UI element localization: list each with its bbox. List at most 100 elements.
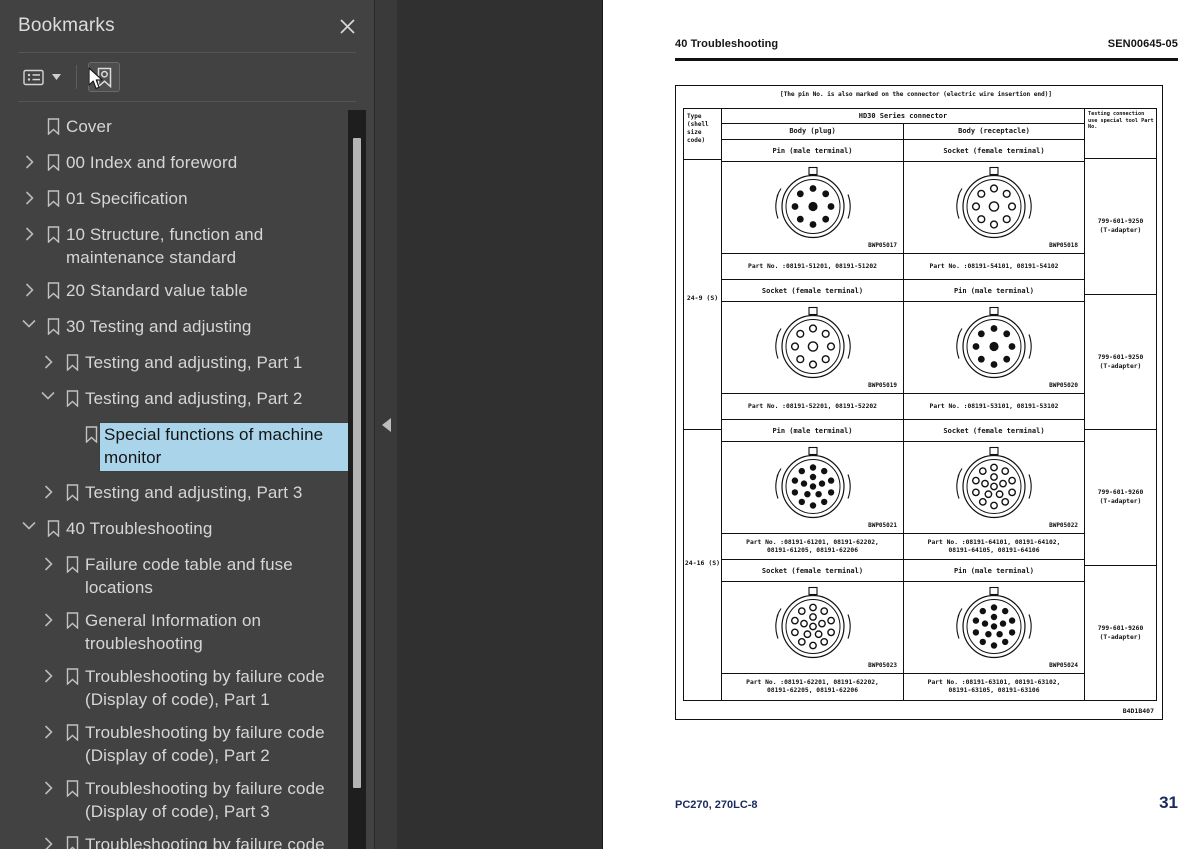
bookmark-item[interactable]: Troubleshooting by failure code (Display… bbox=[0, 716, 374, 772]
tool-cell-4: 799-601-9260 (T-adapter) bbox=[1085, 566, 1156, 701]
chevron-right-icon[interactable] bbox=[18, 279, 40, 297]
bookmark-item[interactable]: 30 Testing and adjusting bbox=[0, 310, 374, 346]
chevron-right-icon[interactable] bbox=[37, 481, 59, 499]
bookmark-item[interactable]: Failure code table and fuse locations bbox=[0, 548, 374, 604]
body-header-row: Body (plug) Body (receptacle) bbox=[722, 123, 1084, 140]
bookmark-label: 20 Standard value table bbox=[66, 281, 248, 300]
terminal-header-row: Socket (female terminal) Pin (male termin… bbox=[722, 280, 1084, 302]
connector-diagram-row: BWP05023 BWP05024 bbox=[722, 582, 1084, 674]
terminal-header-row: Pin (male terminal) Socket (female termin… bbox=[722, 420, 1084, 442]
figure-id: BWP05022 bbox=[1049, 522, 1078, 529]
chevron-down-icon[interactable] bbox=[18, 517, 40, 530]
twisty-placeholder bbox=[18, 115, 40, 119]
bookmark-item[interactable]: Special functions of machine monitor bbox=[0, 418, 374, 476]
close-icon[interactable] bbox=[334, 13, 360, 39]
bookmark-icon bbox=[59, 553, 85, 573]
part-number-cell: Part No. :08191-51201, 08191-51202 bbox=[722, 254, 903, 279]
terminal-type-label: Pin (male terminal) bbox=[903, 280, 1084, 301]
connector-diagram-row: BWP05019 BWP05020 bbox=[722, 302, 1084, 394]
tool-part-number: 799-601-9260 bbox=[1097, 624, 1144, 632]
type-code-2: 24-16 (S) bbox=[684, 559, 721, 567]
series-title: HD30 Series connector bbox=[858, 111, 948, 120]
chevron-right-icon[interactable] bbox=[37, 609, 59, 627]
chevron-right-icon[interactable] bbox=[37, 833, 59, 849]
main-column: HD30 Series connector Body (plug) Body (… bbox=[722, 109, 1084, 700]
bookmark-item[interactable]: Troubleshooting by failure code (Display… bbox=[0, 660, 374, 716]
bookmark-label: Troubleshooting by failure code (Display… bbox=[85, 779, 325, 821]
connector-diagram-cell: BWP05021 bbox=[722, 442, 903, 533]
document-gutter bbox=[375, 0, 603, 849]
terminal-type-label: Pin (male terminal) bbox=[903, 560, 1084, 581]
part-number-row: Part No. :08191-61201, 08191-62202, 0819… bbox=[722, 534, 1084, 560]
connector-face-diagram bbox=[769, 583, 857, 672]
figure-code: B4D1B407 bbox=[1122, 707, 1154, 715]
toolbar-separator bbox=[76, 65, 77, 89]
bookmark-item[interactable]: 40 Troubleshooting bbox=[0, 512, 374, 548]
bookmark-item[interactable]: Troubleshooting by failure code (Display… bbox=[0, 772, 374, 828]
bookmark-item[interactable]: Testing and adjusting, Part 3 bbox=[0, 476, 374, 512]
chevron-down-icon[interactable] bbox=[37, 387, 59, 400]
bookmarks-panel-header: Bookmarks bbox=[0, 0, 374, 52]
bookmark-item[interactable]: 01 Specification bbox=[0, 182, 374, 218]
terminal-type-label: Pin (male terminal) bbox=[772, 426, 853, 435]
tool-cell-3: 799-601-9260 (T-adapter) bbox=[1085, 430, 1156, 566]
panel-collapse-handle[interactable] bbox=[375, 0, 397, 849]
terminal-type-label: Socket (female terminal) bbox=[903, 420, 1084, 441]
part-number-cell: Part No. :08191-62201, 08191-62202, 0819… bbox=[722, 674, 903, 700]
page-footer-model: PC270, 270LC-8 bbox=[675, 799, 758, 811]
connector-diagram-cell: BWP05022 bbox=[903, 442, 1084, 533]
bookmark-item[interactable]: Testing and adjusting, Part 1 bbox=[0, 346, 374, 382]
bookmark-label: 10 Structure, function and maintenance s… bbox=[66, 225, 264, 267]
part-number-cell: Part No. :08191-54101, 08191-54102 bbox=[903, 254, 1084, 279]
type-column-header: Type (shell size code) bbox=[684, 109, 721, 145]
scrollbar-thumb[interactable] bbox=[353, 138, 361, 788]
chevron-right-icon[interactable] bbox=[37, 777, 59, 795]
bookmark-label: Failure code table and fuse locations bbox=[85, 555, 293, 597]
chevron-right-icon[interactable] bbox=[37, 721, 59, 739]
new-bookmark-icon[interactable] bbox=[88, 62, 120, 92]
bookmark-item[interactable]: Cover bbox=[0, 110, 374, 146]
bookmarks-scrollbar[interactable] bbox=[348, 110, 366, 849]
chevron-right-icon[interactable] bbox=[18, 187, 40, 205]
twisty-placeholder bbox=[56, 423, 78, 427]
connector-table: Type (shell size code) 24-9 (S) 24-16 (S… bbox=[683, 108, 1157, 701]
bookmark-item[interactable]: General Information on troubleshooting bbox=[0, 604, 374, 660]
bookmark-options-icon[interactable] bbox=[18, 63, 48, 91]
connector-diagram-cell: BWP05024 bbox=[903, 582, 1084, 673]
bookmark-item[interactable]: 00 Index and foreword bbox=[0, 146, 374, 182]
bookmark-item[interactable]: 20 Standard value table bbox=[0, 274, 374, 310]
bookmark-item[interactable]: Troubleshooting by failure code (Display… bbox=[0, 828, 374, 849]
part-number-row: Part No. :08191-52201, 08191-52202 Part N… bbox=[722, 394, 1084, 420]
bookmark-label: Cover bbox=[66, 117, 112, 136]
bookmark-label: General Information on troubleshooting bbox=[85, 611, 262, 653]
figure-id: BWP05021 bbox=[868, 522, 897, 529]
bookmark-icon bbox=[59, 665, 85, 685]
bookmark-label: Testing and adjusting, Part 2 bbox=[85, 389, 303, 408]
bookmark-item[interactable]: 10 Structure, function and maintenance s… bbox=[0, 218, 374, 274]
bookmarks-list[interactable]: Cover 00 Index and foreword 01 Specificati… bbox=[0, 102, 374, 849]
chevron-down-icon[interactable] bbox=[48, 63, 64, 91]
pdf-page[interactable]: 40 Troubleshooting SEN00645-05 [The pin … bbox=[603, 0, 1200, 849]
connector-face-diagram bbox=[950, 303, 1038, 392]
bookmarks-list-wrap: Cover 00 Index and foreword 01 Specificati… bbox=[0, 102, 374, 849]
chevron-right-icon[interactable] bbox=[18, 223, 40, 241]
bookmark-item[interactable]: Testing and adjusting, Part 2 bbox=[0, 382, 374, 418]
chevron-right-icon[interactable] bbox=[37, 553, 59, 571]
part-number-text: Part No. :08191-54101, 08191-54102 bbox=[929, 262, 1059, 270]
chevron-right-icon[interactable] bbox=[18, 151, 40, 169]
collapse-left-icon bbox=[381, 417, 391, 432]
connector-diagram-cell: BWP05020 bbox=[903, 302, 1084, 393]
bookmark-label: Troubleshooting by failure code (Display… bbox=[85, 667, 325, 709]
bookmark-label: 01 Specification bbox=[66, 189, 188, 208]
page-header: 40 Troubleshooting SEN00645-05 bbox=[675, 38, 1178, 50]
type-col-rule-2 bbox=[684, 429, 721, 431]
bookmark-label: Special functions of machine monitor bbox=[99, 422, 355, 472]
terminal-type-label: Socket (female terminal) bbox=[903, 140, 1084, 161]
part-number-cell: Part No. :08191-64101, 08191-64102, 0819… bbox=[903, 534, 1084, 559]
chevron-right-icon[interactable] bbox=[37, 351, 59, 369]
chevron-right-icon[interactable] bbox=[37, 665, 59, 683]
page-header-docnum: SEN00645-05 bbox=[1107, 38, 1178, 50]
figure-id: BWP05019 bbox=[868, 382, 897, 389]
connector-face-diagram bbox=[769, 163, 857, 252]
chevron-down-icon[interactable] bbox=[18, 315, 40, 328]
